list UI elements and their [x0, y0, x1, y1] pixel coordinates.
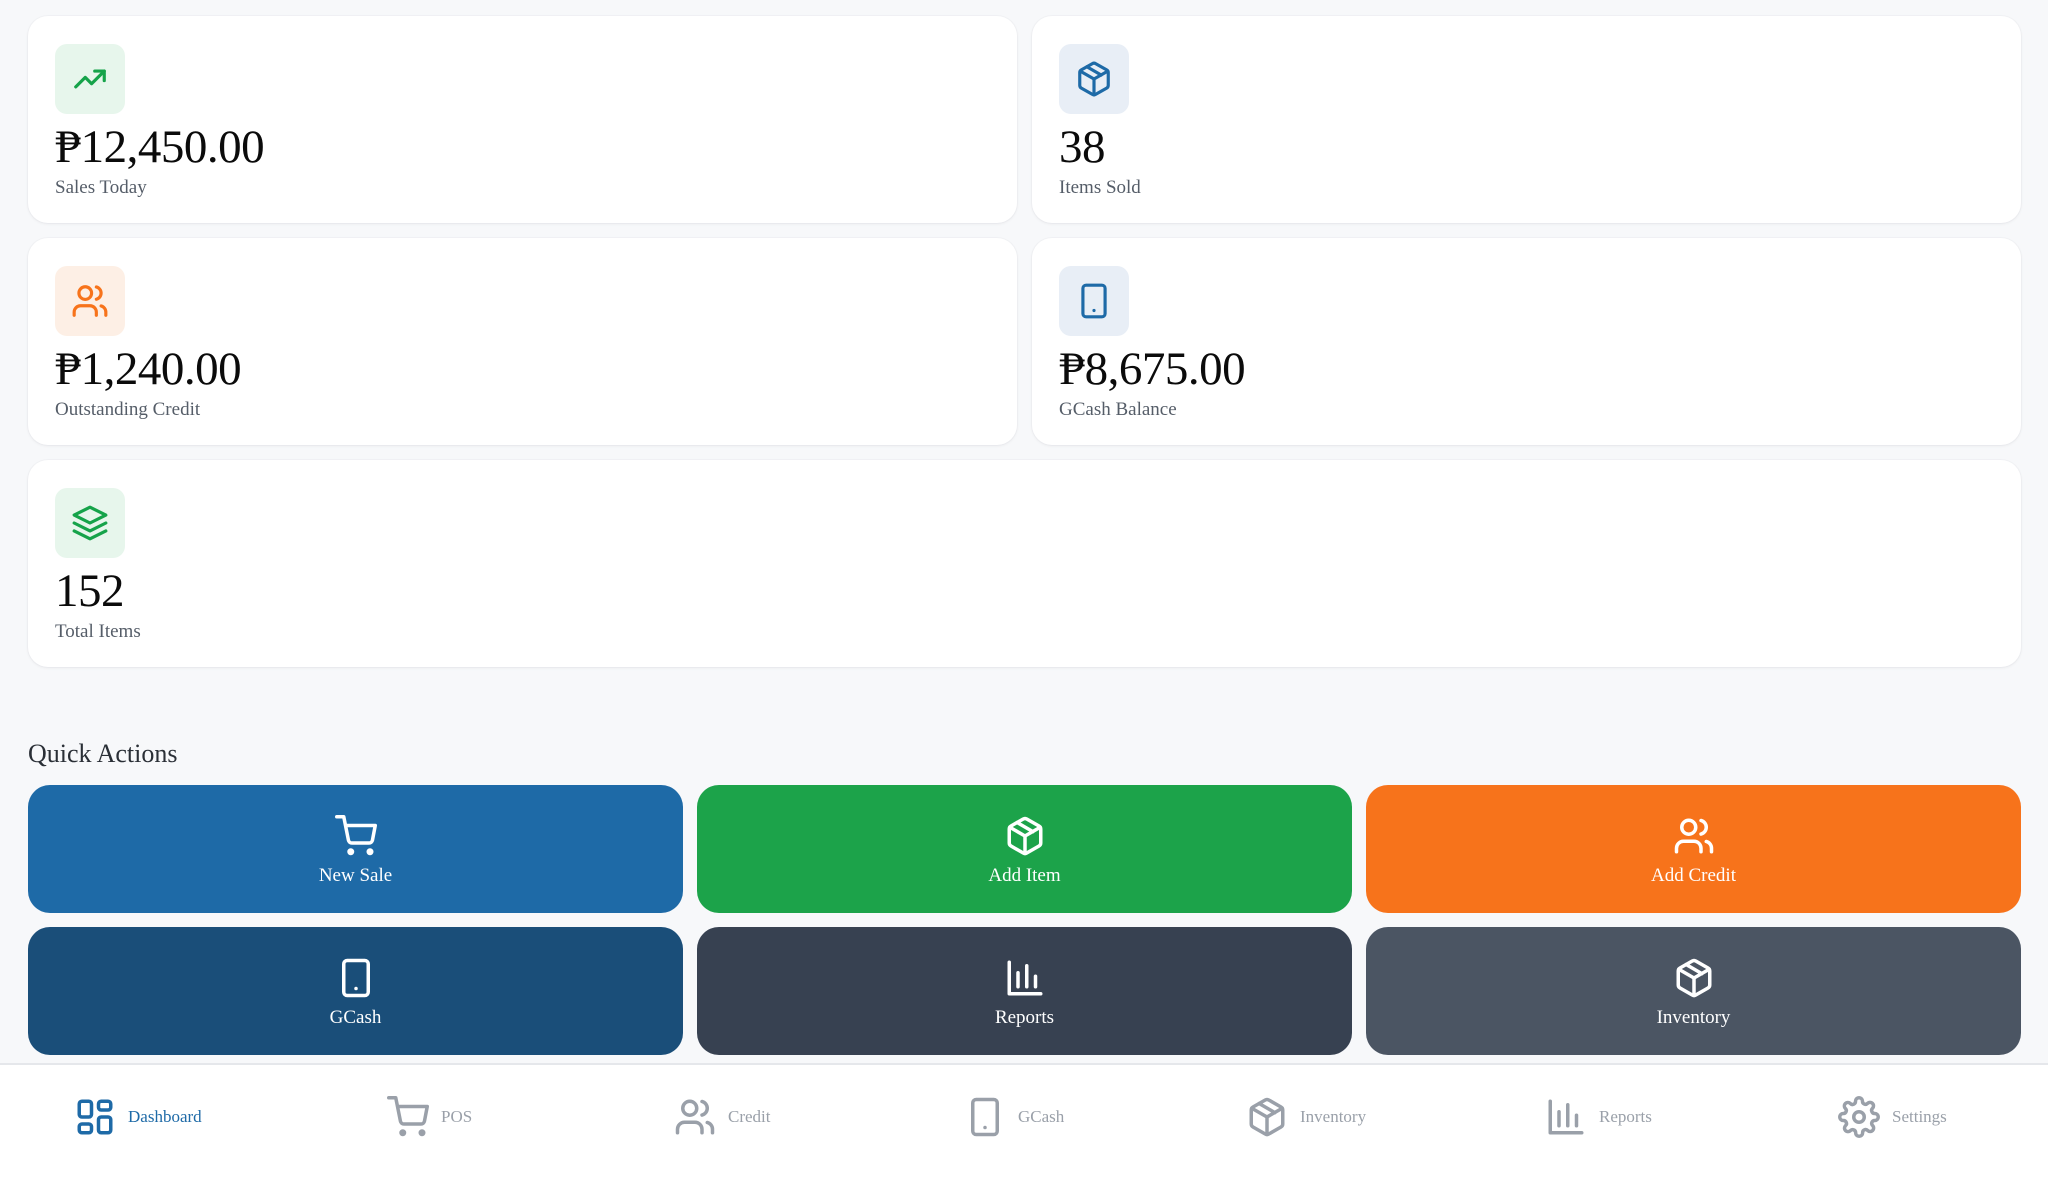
smartphone-icon	[341, 958, 370, 998]
dashboard-icon	[77, 1099, 113, 1135]
stat-value: 152	[55, 565, 125, 617]
bar-chart-icon	[1548, 1099, 1584, 1135]
nav-label: Inventory	[1300, 1107, 1367, 1126]
users-icon	[1674, 818, 1713, 854]
stats-grid: ₱12,450.00 Sales Today 38 Items Sold ₱1,…	[28, 16, 2021, 667]
box-icon	[1007, 816, 1042, 856]
nav-label: Dashboard	[128, 1107, 202, 1126]
stat-card-sales-today: ₱12,450.00 Sales Today	[28, 16, 1017, 223]
layers-icon	[55, 488, 125, 558]
gcash-button[interactable]: GCash	[28, 927, 683, 1055]
inventory-label: Inventory	[1656, 1007, 1731, 1028]
nav-item-gcash[interactable]: GCash	[964, 1093, 1064, 1141]
add-credit-button[interactable]: Add Credit	[1366, 785, 2021, 913]
nav-item-reports[interactable]: Reports	[1545, 1093, 1652, 1141]
add-item-label: Add Item	[988, 865, 1061, 886]
stat-label: GCash Balance	[1059, 399, 1177, 420]
stat-card-items-sold: 38 Items Sold	[1032, 16, 2021, 223]
stat-value: 38	[1059, 121, 1106, 173]
box-icon	[1059, 44, 1129, 114]
gear-icon	[1838, 1096, 1880, 1138]
add-credit-label: Add Credit	[1651, 865, 1736, 886]
cart-icon	[387, 1096, 429, 1137]
quick-actions-title: Quick Actions	[28, 739, 178, 768]
stat-label: Sales Today	[55, 177, 147, 198]
inventory-button[interactable]: Inventory	[1366, 927, 2021, 1055]
bar-chart-icon	[1007, 960, 1042, 996]
gcash-label: GCash	[329, 1007, 382, 1028]
stat-value: ₱1,240.00	[55, 343, 242, 395]
stat-card-total-items: 152 Total Items	[28, 460, 2021, 667]
add-item-button[interactable]: Add Item	[697, 785, 1352, 913]
nav-item-settings[interactable]: Settings	[1838, 1093, 1947, 1141]
stat-value: ₱8,675.00	[1059, 343, 1246, 395]
nav-label: Credit	[728, 1107, 771, 1126]
nav-label: POS	[441, 1107, 473, 1126]
dashboard-main: ₱12,450.00 Sales Today 38 Items Sold ₱1,…	[28, 16, 2021, 1055]
nav-item-inventory[interactable]: Inventory	[1246, 1093, 1366, 1141]
nav-item-dashboard[interactable]: Dashboard	[74, 1093, 202, 1141]
cart-icon	[334, 815, 377, 856]
stat-label: Outstanding Credit	[55, 399, 201, 420]
nav-item-credit[interactable]: Credit	[674, 1093, 771, 1141]
stat-value: ₱12,450.00	[55, 121, 265, 173]
smartphone-icon	[1059, 266, 1129, 336]
nav-label: Reports	[1599, 1107, 1652, 1126]
box-icon	[1676, 958, 1711, 998]
bottom-nav: Dashboard POS Credit GCash Inventory Rep…	[0, 1063, 2048, 1180]
stat-label: Total Items	[55, 621, 141, 642]
stat-label: Items Sold	[1059, 177, 1141, 198]
smartphone-icon	[971, 1097, 999, 1137]
trending-up-icon	[55, 44, 125, 114]
box-icon	[1249, 1097, 1285, 1137]
reports-label: Reports	[994, 1007, 1055, 1028]
nav-label: GCash	[1018, 1107, 1065, 1126]
users-icon	[675, 1099, 715, 1135]
stat-card-outstanding-credit: ₱1,240.00 Outstanding Credit	[28, 238, 1017, 445]
stat-card-gcash-balance: ₱8,675.00 GCash Balance	[1032, 238, 2021, 445]
quick-actions-grid: New Sale Add Item Add Credit GCash Repor…	[28, 785, 2021, 1055]
nav-item-pos[interactable]: POS	[387, 1093, 472, 1141]
new-sale-label: New Sale	[318, 865, 393, 886]
nav-label: Settings	[1892, 1107, 1947, 1126]
reports-button[interactable]: Reports	[697, 927, 1352, 1055]
users-icon	[55, 266, 125, 336]
new-sale-button[interactable]: New Sale	[28, 785, 683, 913]
